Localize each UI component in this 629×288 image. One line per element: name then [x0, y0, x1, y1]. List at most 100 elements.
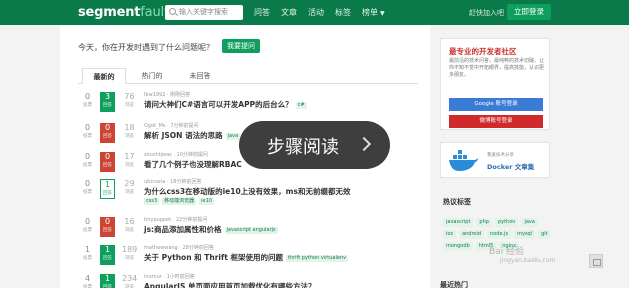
question-tag[interactable]: javascript angularjs	[224, 227, 278, 234]
question-tag[interactable]: css3	[144, 198, 160, 205]
back-to-top-button[interactable]	[589, 254, 603, 268]
question-row[interactable]: 0 投票 3 回答 76 浏览 lbw1992 · 刚刚回答 请问大神们C#语言可以开发APP…	[78, 90, 418, 118]
view-number: 76	[124, 92, 135, 101]
step-reading-button[interactable]: 步骤阅读	[239, 121, 390, 169]
vote-count: 0 投票	[80, 217, 95, 234]
question-title-text: 看了几个例子也没理解RBAC	[144, 160, 242, 169]
nav-item-ranking[interactable]: 榜单 ▼	[362, 7, 385, 18]
hot-tag[interactable]: node.js	[487, 230, 512, 239]
question-tag[interactable]: c#	[295, 102, 307, 109]
hot-tags-heading: 热议标签	[443, 198, 471, 206]
answer-label: 回答	[103, 191, 112, 196]
hot-tag[interactable]: javascript	[443, 218, 474, 227]
question-row[interactable]: 0 投票 0 回答 16 浏览 tinypuppet · 22分钟前提问 js:商品添加属性和…	[78, 215, 418, 243]
answer-label: 回答	[103, 228, 112, 233]
question-meta: tinypuppet · 22分钟前提问	[144, 217, 208, 223]
question-meta: mathewwang · 28分钟前回答	[144, 245, 214, 251]
answer-count: 1 回答	[100, 274, 115, 288]
nav-item-articles[interactable]: 文章	[281, 7, 297, 18]
vote-label: 投票	[83, 190, 92, 195]
nav-item-tags[interactable]: 标签	[335, 7, 351, 18]
view-number: 29	[124, 179, 135, 188]
logo-main-text: segment	[78, 5, 141, 20]
nav-item-questions[interactable]: 问答	[254, 7, 270, 18]
question-row[interactable]: 1 投票 1 回答 189 浏览 mathewwang · 28分钟前回答 关于 Python…	[78, 243, 418, 271]
question-tag[interactable]: ie10	[199, 198, 214, 205]
hot-tag[interactable]: git	[538, 230, 551, 239]
hot-tag[interactable]: ios	[443, 230, 457, 239]
vote-label: 投票	[83, 103, 92, 108]
view-label: 浏览	[125, 134, 134, 139]
tab-hot[interactable]: 热门的	[130, 68, 174, 84]
vote-count: 0 投票	[80, 92, 95, 109]
view-count: 189 浏览	[122, 245, 137, 262]
view-count: 234 浏览	[122, 274, 137, 288]
vote-label: 投票	[83, 163, 92, 168]
nav-item-events[interactable]: 活动	[308, 7, 324, 18]
tab-unanswered[interactable]: 未回答	[178, 68, 222, 84]
question-title[interactable]: 看了几个例子也没理解RBAC	[144, 159, 242, 170]
question-meta: Ogot_Ms · 7分钟前提问	[144, 123, 199, 129]
vote-count: 1 投票	[80, 245, 95, 262]
vote-number: 0	[84, 179, 91, 188]
vote-count: 0 投票	[80, 179, 95, 196]
vote-count: 0 投票	[80, 152, 95, 169]
answer-count: 1 回答	[100, 245, 115, 265]
ask-question-button[interactable]: 我要提问	[222, 39, 260, 53]
question-title[interactable]: AngularJS 单页面应用首页加载优化有哪些方法？	[144, 281, 316, 288]
view-number: 18	[124, 123, 135, 132]
hot-tag[interactable]: mongodb	[443, 242, 473, 251]
vote-number: 1	[84, 245, 91, 254]
answer-count: 0 回答	[100, 152, 115, 172]
question-tag[interactable]: java	[225, 133, 241, 140]
question-row[interactable]: 0 投票 1 回答 29 浏览 uticcana · 18分钟前回答 为什么css3在移动版的…	[78, 177, 418, 205]
question-title[interactable]: js:商品添加属性和价格 javascript angularjs	[144, 224, 278, 235]
hot-tag[interactable]: mysql	[514, 230, 536, 239]
question-title[interactable]: 关于 Python 和 Thrift 框架使用的问题 thrift python …	[144, 252, 349, 263]
view-label: 浏览	[125, 256, 134, 261]
vote-number: 0	[84, 152, 91, 161]
question-title-text: js:商品添加属性和价格	[144, 225, 222, 234]
question-tag[interactable]: 移动端浏览器	[162, 198, 197, 205]
vote-label: 投票	[83, 228, 92, 233]
question-title[interactable]: 请问大神们C#语言可以开发APP的后台么？ c#	[144, 99, 307, 110]
view-count: 17 浏览	[122, 152, 137, 169]
chevron-right-icon	[356, 136, 372, 152]
community-heading: 最专业的开发者社区	[449, 47, 517, 56]
chevron-down-icon: ▼	[380, 10, 385, 17]
hot-tag[interactable]: android	[459, 230, 485, 239]
vote-count: 4 投票	[80, 274, 95, 288]
docker-title: Docker 文章集	[487, 163, 535, 171]
vote-label: 投票	[83, 285, 92, 288]
tab-newest[interactable]: 最新的	[82, 68, 126, 84]
docker-banner[interactable]: 我爱技术分享 Docker 文章集	[440, 142, 550, 178]
view-label: 浏览	[125, 190, 134, 195]
answer-label: 回答	[103, 103, 112, 108]
search-icon	[169, 8, 176, 15]
docker-subtitle: 我爱技术分享	[487, 153, 514, 158]
question-tag[interactable]: thrift python virtualenv	[285, 255, 349, 262]
view-number: 189	[122, 245, 138, 254]
view-label: 浏览	[125, 163, 134, 168]
main-nav: 问答 文章 活动 标签 榜单 ▼	[254, 7, 385, 18]
weibo-login-button[interactable]: 微博账号登录	[449, 115, 543, 128]
join-link[interactable]: 赶快加入吧	[469, 8, 504, 18]
watermark-brand: Bai 经验	[489, 247, 525, 257]
answer-number: 0	[104, 217, 111, 226]
view-count: 16 浏览	[122, 217, 137, 234]
community-description: 最前沿的技术问答，最纯粹的技术切磋。让你不知不觉中开拓眼界，提高技能，认识更多朋…	[449, 58, 545, 78]
question-title[interactable]: 为什么css3在移动版的ie10上没有效果，ms和无前缀都无效	[144, 186, 350, 197]
answer-number: 1	[104, 180, 111, 189]
question-title[interactable]: 解析 JSON 语法的思路 java	[144, 130, 241, 141]
site-logo[interactable]: segmentfault	[78, 5, 169, 20]
search-input[interactable]: 输入关键字搜索	[165, 5, 243, 20]
ask-prompt: 今天，你在开发时遇到了什么问题呢？	[78, 43, 214, 52]
hot-tag[interactable]: java	[521, 218, 538, 227]
hot-tag[interactable]: python	[494, 218, 519, 227]
hot-tag[interactable]: php	[476, 218, 492, 227]
vote-number: 0	[84, 92, 91, 101]
google-login-button[interactable]: Google 账号登录	[449, 98, 543, 111]
login-button[interactable]: 立即登录	[507, 4, 551, 20]
question-row[interactable]: 4 投票 1 回答 234 浏览 inumur · 1小时前回答 AngularJS 单页面应…	[78, 272, 418, 288]
answer-number: 0	[104, 123, 111, 132]
